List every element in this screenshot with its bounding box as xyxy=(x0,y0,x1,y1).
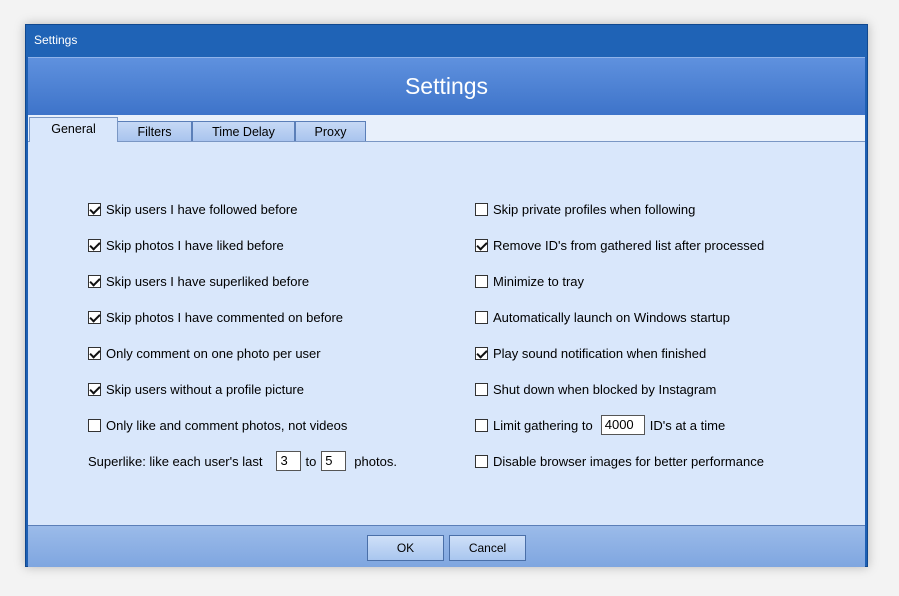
window-title: Settings xyxy=(26,25,867,57)
option-label: Shut down when blocked by Instagram xyxy=(493,381,717,397)
superlike-from-input[interactable]: 3 xyxy=(276,451,302,471)
option-skip-commented[interactable]: Skip photos I have commented on before xyxy=(88,308,343,326)
option-label: Skip users I have followed before xyxy=(106,201,298,217)
checkbox[interactable] xyxy=(88,202,101,216)
option-label: Play sound notification when finished xyxy=(493,345,707,361)
option-launch-startup[interactable]: Automatically launch on Windows startup xyxy=(475,308,730,326)
option-label: Minimize to tray xyxy=(493,273,585,289)
option-skip-liked[interactable]: Skip photos I have liked before xyxy=(88,236,284,254)
checkbox[interactable] xyxy=(88,382,101,396)
superlike-suffix: photos. xyxy=(354,453,397,469)
limit-prefix: Limit gathering to xyxy=(493,417,593,433)
option-limit-gathering[interactable]: Limit gathering to 4000 ID's at a time xyxy=(475,414,725,436)
option-remove-ids[interactable]: Remove ID's from gathered list after pro… xyxy=(475,236,764,254)
option-disable-images[interactable]: Disable browser images for better perfor… xyxy=(475,452,764,470)
option-label: Skip photos I have commented on before xyxy=(106,309,344,325)
option-label: Only like and comment photos, not videos xyxy=(106,417,348,433)
option-minimize-tray[interactable]: Minimize to tray xyxy=(475,272,584,290)
checkbox[interactable] xyxy=(88,274,101,288)
option-one-comment-per-user[interactable]: Only comment on one photo per user xyxy=(88,344,321,362)
checkbox[interactable] xyxy=(475,274,488,288)
tab-time-delay[interactable]: Time Delay xyxy=(192,121,295,141)
tab-filters[interactable]: Filters xyxy=(117,121,192,141)
option-label: Skip photos I have liked before xyxy=(106,237,284,253)
tab-general[interactable]: General xyxy=(29,117,118,142)
checkbox[interactable] xyxy=(475,202,488,216)
checkbox[interactable] xyxy=(475,238,488,252)
checkbox[interactable] xyxy=(88,418,101,432)
option-skip-no-picture[interactable]: Skip users without a profile picture xyxy=(88,380,304,398)
checkbox[interactable] xyxy=(88,310,101,324)
option-shutdown-blocked[interactable]: Shut down when blocked by Instagram xyxy=(475,380,716,398)
option-skip-followed[interactable]: Skip users I have followed before xyxy=(88,200,298,218)
option-skip-superliked[interactable]: Skip users I have superliked before xyxy=(88,272,309,290)
limit-input[interactable]: 4000 xyxy=(600,415,645,435)
option-label: Skip private profiles when following xyxy=(493,201,696,217)
checkbox[interactable] xyxy=(475,382,488,396)
checkbox[interactable] xyxy=(88,238,101,252)
option-label: Remove ID's from gathered list after pro… xyxy=(493,237,765,253)
checkbox[interactable] xyxy=(475,310,488,324)
option-label: Disable browser images for better perfor… xyxy=(493,453,764,469)
tab-strip: General Filters Time Delay Proxy xyxy=(28,115,865,142)
superlike-to-label: to xyxy=(305,453,317,469)
option-skip-private[interactable]: Skip private profiles when following xyxy=(475,200,695,218)
checkbox[interactable] xyxy=(475,454,488,468)
checkbox[interactable] xyxy=(475,418,488,432)
option-play-sound[interactable]: Play sound notification when finished xyxy=(475,344,706,362)
cancel-button[interactable]: Cancel xyxy=(449,535,526,561)
option-photos-only[interactable]: Only like and comment photos, not videos xyxy=(88,416,347,434)
superlike-range: Superlike: like each user's last 3 to 5 … xyxy=(88,450,397,472)
limit-suffix: ID's at a time xyxy=(649,417,726,433)
button-bar: OK Cancel xyxy=(28,525,865,567)
banner-title: Settings xyxy=(28,57,865,116)
option-label: Skip users without a profile picture xyxy=(106,381,304,397)
option-label: Skip users I have superliked before xyxy=(106,273,310,289)
superlike-prefix: Superlike: like each user's last xyxy=(88,453,263,469)
settings-window: Settings Settings General Filters Time D… xyxy=(25,24,868,567)
superlike-to-input[interactable]: 5 xyxy=(321,451,347,471)
option-label: Automatically launch on Windows startup xyxy=(493,309,731,325)
general-panel: Skip users I have followed before Skip p… xyxy=(28,141,865,525)
tab-proxy[interactable]: Proxy xyxy=(295,121,366,141)
ok-button[interactable]: OK xyxy=(367,535,444,561)
option-label: Only comment on one photo per user xyxy=(106,345,321,361)
checkbox[interactable] xyxy=(88,346,101,360)
checkbox[interactable] xyxy=(475,346,488,360)
